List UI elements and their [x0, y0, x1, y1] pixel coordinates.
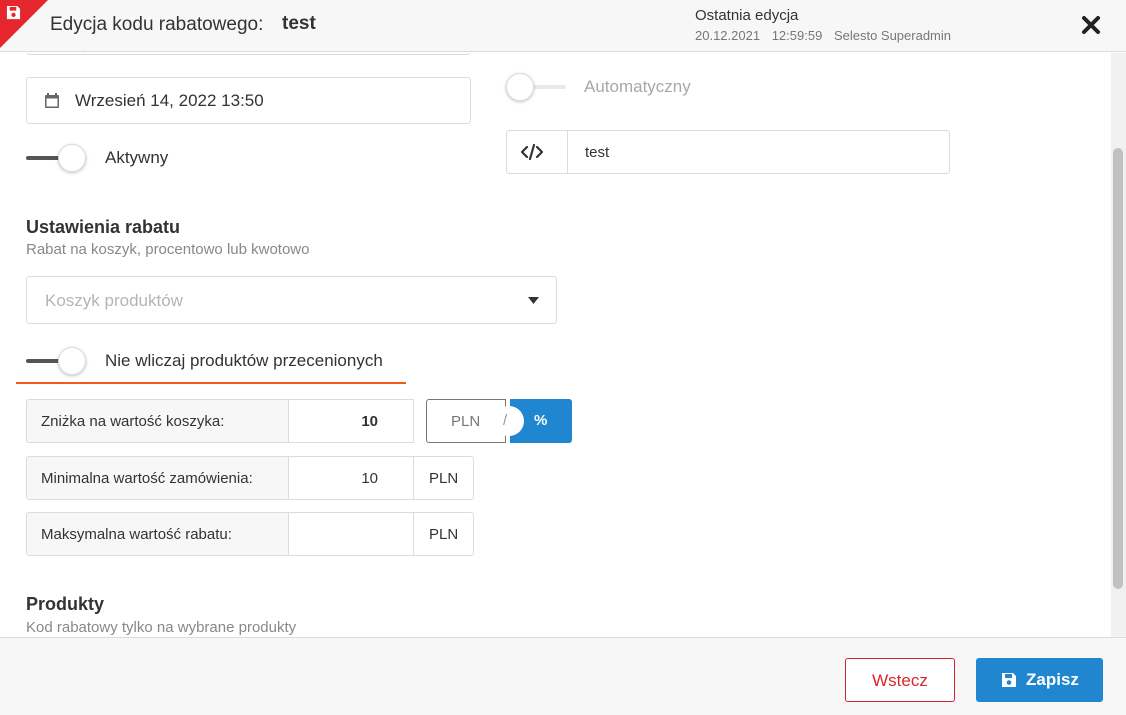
modal-header: Edycja kodu rabatowego: test Ostatnia ed… — [0, 0, 1126, 52]
max-discount-unit: PLN — [413, 512, 474, 556]
code-addon — [507, 131, 568, 173]
exclude-discounted-toggle[interactable] — [26, 347, 86, 375]
unit-option-percent-label: % — [534, 412, 548, 429]
code-input[interactable]: test — [506, 130, 950, 174]
last-edit-time: 12:59:59 — [771, 28, 823, 43]
products-title: Produkty — [26, 594, 105, 614]
last-edit-date: 20.12.2021 — [695, 28, 761, 43]
discount-settings-title: Ustawienia rabatu — [26, 217, 181, 237]
unit-toggle-separator: / — [503, 412, 508, 429]
active-toggle[interactable] — [26, 144, 86, 172]
exclude-discounted-toggle-knob — [58, 347, 86, 375]
min-order-value: 10 — [361, 470, 378, 487]
save-button-label: Zapisz — [1026, 670, 1079, 689]
automatic-toggle-knob — [506, 73, 534, 101]
scrollbar-thumb[interactable] — [1113, 148, 1123, 589]
calendar-icon — [45, 93, 59, 108]
active-toggle-knob — [58, 144, 86, 172]
discount-type-select[interactable]: Koszyk produktów — [26, 276, 557, 324]
min-order-input[interactable]: 10 — [288, 456, 414, 500]
active-label: Aktywny — [105, 148, 169, 167]
unit-option-pln-label: PLN — [451, 413, 481, 430]
exclude-discounted-label: Nie wliczaj produktów przecenionych — [105, 351, 383, 370]
cart-discount-input[interactable]: 10 — [288, 399, 414, 443]
min-order-unit: PLN — [413, 456, 474, 500]
min-order-label-box: Minimalna wartość zamówienia: — [26, 456, 289, 500]
modal-footer: Wstecz Zapisz — [0, 637, 1126, 715]
max-discount-label: Maksymalna wartość rabatu: — [41, 526, 232, 543]
code-value: test — [585, 144, 610, 161]
save-icon — [6, 5, 21, 20]
min-order-unit-label: PLN — [429, 470, 459, 487]
previous-field-edge — [26, 53, 471, 55]
max-discount-unit-label: PLN — [429, 526, 459, 543]
save-icon — [1002, 673, 1016, 687]
discount-type-placeholder: Koszyk produktów — [45, 291, 183, 310]
last-edit-label: Ostatnia edycja — [695, 7, 799, 24]
previous-field-divider — [84, 53, 85, 55]
back-button-label: Wstecz — [872, 671, 928, 690]
save-button[interactable]: Zapisz — [976, 658, 1103, 702]
max-discount-input[interactable] — [288, 512, 414, 556]
close-icon[interactable] — [1079, 13, 1103, 37]
min-order-label: Minimalna wartość zamówienia: — [41, 470, 253, 487]
automatic-toggle[interactable] — [506, 73, 566, 101]
cart-discount-value: 10 — [361, 413, 378, 430]
last-edit-meta: 20.12.2021 12:59:59 Selesto Superadmin — [695, 28, 959, 43]
date-value: Wrzesień 14, 2022 13:50 — [75, 91, 264, 110]
date-input[interactable]: Wrzesień 14, 2022 13:50 — [26, 77, 471, 124]
caret-down-icon — [528, 297, 539, 304]
last-edit-user: Selesto Superadmin — [833, 28, 952, 43]
automatic-label: Automatyczny — [584, 77, 691, 96]
products-subtitle: Kod rabatowy tylko na wybrane produkty — [26, 619, 297, 636]
unit-toggle-knob — [494, 406, 524, 436]
back-button[interactable]: Wstecz — [845, 658, 955, 702]
form-body: Wrzesień 14, 2022 13:50 Automatyczny Akt… — [0, 53, 1126, 637]
max-discount-label-box: Maksymalna wartość rabatu: — [26, 512, 289, 556]
cart-discount-label: Zniżka na wartość koszyka: — [41, 413, 225, 430]
modal-title-value: test — [282, 13, 316, 34]
cart-discount-label-box: Zniżka na wartość koszyka: — [26, 399, 289, 443]
modal-title-label: Edycja kodu rabatowego: — [50, 14, 264, 35]
code-icon — [521, 144, 543, 160]
highlight-underline — [16, 382, 406, 384]
discount-settings-subtitle: Rabat na koszyk, procentowo lub kwotowo — [26, 241, 310, 258]
